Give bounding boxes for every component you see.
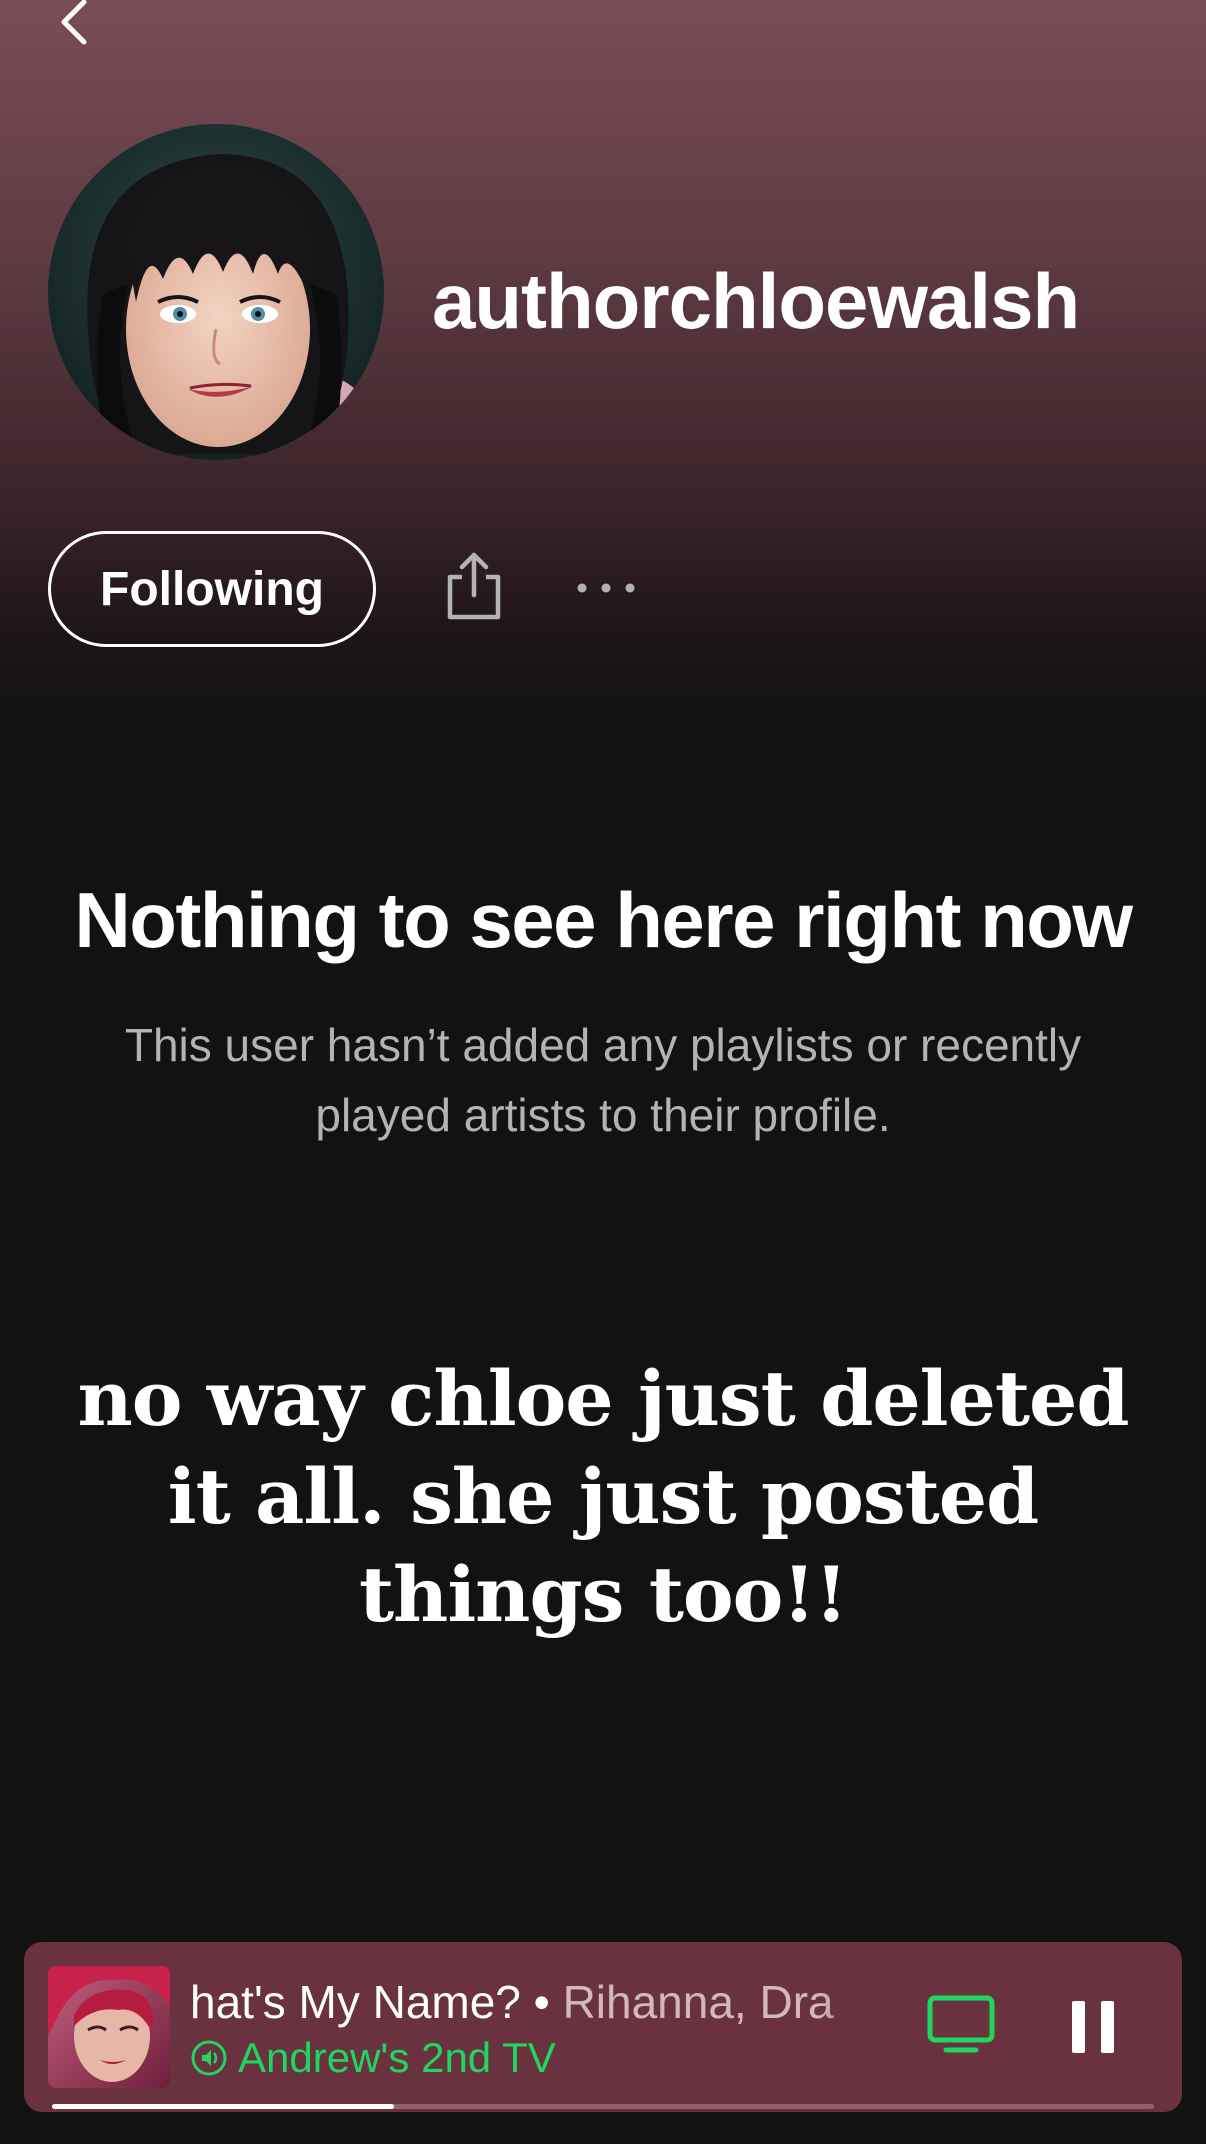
- more-horizontal-icon: [577, 583, 635, 593]
- overlay-caption: no way chloe just deleted it all. she ju…: [77, 1354, 1129, 1639]
- pause-icon: [1072, 2001, 1114, 2053]
- profile-avatar: [48, 124, 384, 460]
- playback-progress-bar[interactable]: [52, 2104, 1154, 2109]
- album-art: [48, 1966, 170, 2088]
- track-artists: Rihanna, Dra: [562, 1976, 834, 2028]
- chevron-left-icon: [61, 0, 87, 45]
- profile-username: authorchloewalsh: [432, 257, 1080, 345]
- now-playing-track-info[interactable]: hat's My Name? • Rihanna, Dra: [190, 1972, 900, 2032]
- share-icon: [447, 552, 501, 620]
- playback-progress-fill: [52, 2104, 394, 2109]
- connect-device-button[interactable]: [924, 1992, 998, 2058]
- track-separator: •: [520, 1976, 563, 2028]
- empty-state-title: Nothing to see here right now: [74, 876, 1133, 964]
- device-name: Andrew's 2nd TV: [238, 2034, 556, 2081]
- back-button[interactable]: [44, 0, 104, 50]
- profile-screen: authorchloewalsh Following Nothing to se…: [0, 0, 1206, 2144]
- following-button[interactable]: Following: [48, 531, 376, 647]
- tv-icon: [927, 1995, 995, 2053]
- connected-device[interactable]: Andrew's 2nd TV: [190, 2032, 556, 2084]
- pause-button[interactable]: [1058, 1992, 1128, 2062]
- track-title: hat's My Name?: [190, 1976, 521, 2028]
- text-fade: [820, 1972, 900, 2032]
- more-options-button[interactable]: [566, 568, 646, 608]
- mini-player[interactable]: hat's My Name? • Rihanna, Dra Andrew's 2…: [24, 1942, 1182, 2112]
- empty-state-subtitle: This user hasn’t added any playlists or …: [124, 1019, 1082, 1141]
- speaker-broadcast-icon: [191, 2040, 227, 2076]
- share-button[interactable]: [436, 548, 512, 624]
